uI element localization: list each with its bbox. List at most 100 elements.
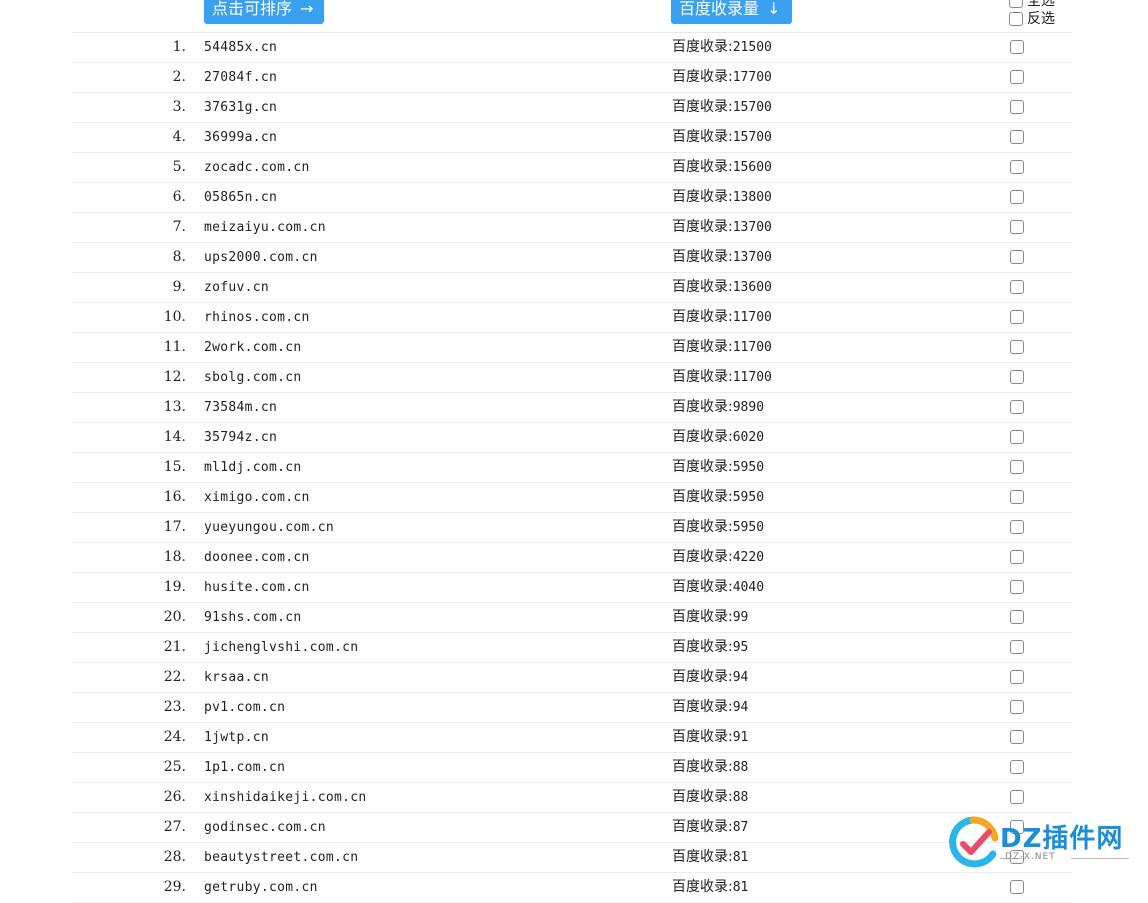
baidu-index-label: 百度收录: [672, 519, 733, 535]
row-checkbox[interactable] [1010, 280, 1024, 294]
table-row: 25. 1p1.com.cn 百度收录:88 [72, 753, 1072, 783]
domain-name: pv1.com.cn [204, 700, 286, 715]
baidu-index-count: 百度收录:87 [672, 813, 748, 842]
table-row: 12. sbolg.com.cn 百度收录:11700 [72, 363, 1072, 393]
table-row: 4. 36999a.cn 百度收录:15700 [72, 123, 1072, 153]
row-checkbox[interactable] [1010, 610, 1024, 624]
row-index: 13. [163, 399, 186, 415]
select-all-checkbox[interactable] [1009, 0, 1023, 8]
row-checkbox[interactable] [1010, 220, 1024, 234]
row-checkbox[interactable] [1010, 790, 1024, 804]
row-checkbox[interactable] [1010, 670, 1024, 684]
row-checkbox[interactable] [1010, 430, 1024, 444]
baidu-index-count: 百度收录:11700 [672, 333, 772, 362]
arrow-down-icon: ↓ [767, 0, 781, 18]
domain-name: xinshidaikeji.com.cn [204, 790, 367, 805]
row-checkbox[interactable] [1010, 70, 1024, 84]
baidu-index-value: 4220 [732, 550, 765, 565]
watermark-divider-right [1071, 858, 1129, 859]
row-checkbox[interactable] [1010, 550, 1024, 564]
baidu-index-value: 81 [732, 850, 749, 865]
baidu-index-value: 5950 [732, 520, 765, 535]
baidu-index-count: 百度收录:11700 [672, 363, 772, 392]
baidu-index-value: 17700 [732, 70, 772, 85]
baidu-index-count: 百度收录:5950 [672, 453, 764, 482]
domain-name: husite.com.cn [204, 580, 310, 595]
row-checkbox[interactable] [1010, 130, 1024, 144]
row-index: 14. [163, 429, 186, 445]
baidu-index-value: 15600 [732, 160, 772, 175]
baidu-index-count: 百度收录:9890 [672, 393, 764, 422]
baidu-index-value: 94 [732, 700, 749, 715]
row-index: 15. [163, 459, 186, 475]
baidu-index-count: 百度收录:13800 [672, 183, 772, 212]
baidu-index-count: 百度收录:17700 [672, 63, 772, 92]
row-index: 8. [172, 249, 186, 265]
row-checkbox[interactable] [1010, 880, 1024, 894]
domain-name: 1jwtp.cn [204, 730, 270, 745]
row-checkbox[interactable] [1010, 460, 1024, 474]
row-checkbox[interactable] [1010, 340, 1024, 354]
invert-selection-label: 反选 [1027, 11, 1055, 27]
row-index: 3. [172, 99, 186, 115]
baidu-index-count: 百度收录:4040 [672, 573, 764, 602]
sort-by-name-button[interactable]: 点击可排序 → [204, 0, 324, 24]
baidu-index-value: 9890 [732, 400, 765, 415]
baidu-index-value: 6020 [732, 430, 765, 445]
row-checkbox[interactable] [1010, 310, 1024, 324]
row-checkbox[interactable] [1010, 370, 1024, 384]
baidu-index-value: 94 [732, 670, 749, 685]
select-all-option[interactable]: 全选 [1009, 0, 1055, 10]
table-row: 8. ups2000.com.cn 百度收录:13700 [72, 243, 1072, 273]
table-header: 点击可排序 → 百度收录量 ↓ 全选 反选 [72, 0, 1072, 33]
row-checkbox[interactable] [1010, 40, 1024, 54]
row-index: 1. [172, 39, 186, 55]
row-checkbox[interactable] [1010, 580, 1024, 594]
row-checkbox[interactable] [1010, 700, 1024, 714]
domain-name: getruby.com.cn [204, 880, 318, 895]
domain-name: ximigo.com.cn [204, 490, 310, 505]
domain-name: rhinos.com.cn [204, 310, 310, 325]
selection-controls: 全选 反选 [1009, 0, 1055, 28]
baidu-index-label: 百度收录: [672, 39, 733, 55]
row-checkbox[interactable] [1010, 520, 1024, 534]
baidu-index-label: 百度收录: [672, 249, 733, 265]
baidu-index-count: 百度收录:6020 [672, 423, 764, 452]
table-row: 3. 37631g.cn 百度收录:15700 [72, 93, 1072, 123]
table-row: 10. rhinos.com.cn 百度收录:11700 [72, 303, 1072, 333]
baidu-index-count: 百度收录:94 [672, 693, 748, 722]
table-row: 11. 2work.com.cn 百度收录:11700 [72, 333, 1072, 363]
row-checkbox[interactable] [1010, 100, 1024, 114]
row-checkbox[interactable] [1010, 250, 1024, 264]
baidu-index-label: 百度收录: [672, 879, 733, 895]
sort-by-name-label: 点击可排序 [212, 0, 293, 18]
baidu-index-count: 百度收录:15600 [672, 153, 772, 182]
baidu-index-label: 百度收录: [672, 579, 733, 595]
row-checkbox[interactable] [1010, 490, 1024, 504]
row-index: 10. [163, 309, 186, 325]
row-checkbox[interactable] [1010, 760, 1024, 774]
invert-selection-option[interactable]: 反选 [1009, 10, 1055, 28]
sort-by-count-label: 百度收录量 [679, 0, 760, 18]
row-checkbox[interactable] [1010, 730, 1024, 744]
baidu-index-label: 百度收录: [672, 189, 733, 205]
invert-selection-checkbox[interactable] [1009, 12, 1023, 26]
domain-name: ups2000.com.cn [204, 250, 318, 265]
row-checkbox[interactable] [1010, 640, 1024, 654]
row-index: 23. [163, 699, 186, 715]
baidu-index-value: 87 [732, 820, 749, 835]
baidu-index-label: 百度收录: [672, 399, 733, 415]
row-checkbox[interactable] [1010, 160, 1024, 174]
row-checkbox[interactable] [1010, 400, 1024, 414]
table-row: 21. jichenglvshi.com.cn 百度收录:95 [72, 633, 1072, 663]
sort-by-count-button[interactable]: 百度收录量 ↓ [671, 0, 792, 24]
table-row: 18. doonee.com.cn 百度收录:4220 [72, 543, 1072, 573]
row-index: 22. [163, 669, 186, 685]
baidu-index-count: 百度收录:5950 [672, 513, 764, 542]
table-row: 16. ximigo.com.cn 百度收录:5950 [72, 483, 1072, 513]
row-checkbox[interactable] [1010, 190, 1024, 204]
table-row: 29. getruby.com.cn 百度收录:81 [72, 873, 1072, 903]
table-row: 7. meizaiyu.com.cn 百度收录:13700 [72, 213, 1072, 243]
baidu-index-count: 百度收录:94 [672, 663, 748, 692]
domain-rows: 1. 54485x.cn 百度收录:21500 2. 27084f.cn 百度收录:177… [72, 33, 1072, 903]
